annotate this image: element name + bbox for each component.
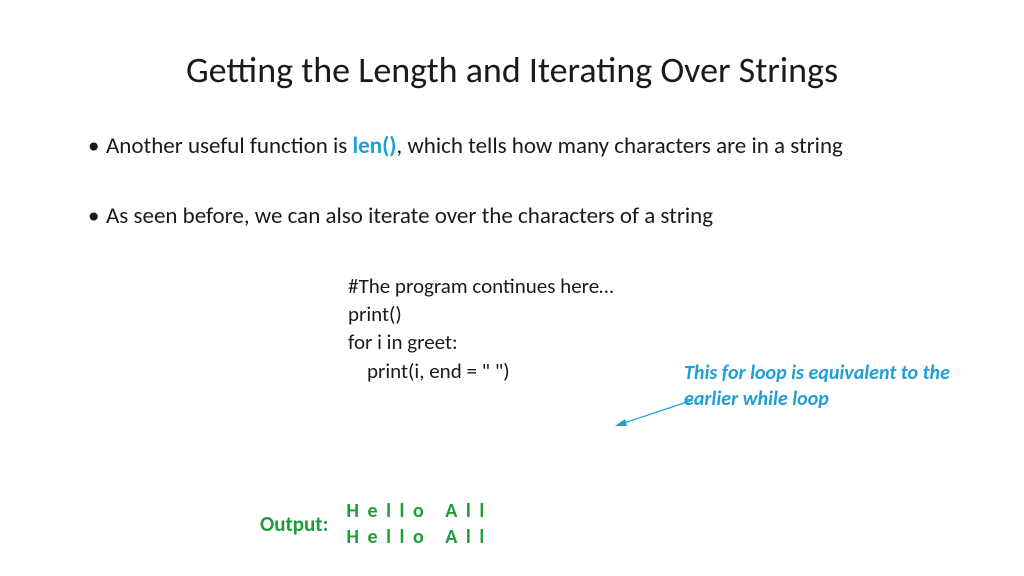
bullet-1-pre: Another useful function is	[106, 132, 353, 160]
bullet-dot: •	[88, 202, 106, 232]
bullet-dot: •	[88, 132, 106, 162]
loop-annotation: This for loop is equivalent to the earli…	[684, 360, 964, 412]
bullet-2: • As seen before, we can also iterate ov…	[88, 202, 936, 232]
code-line-1: #The program continues here…	[348, 272, 936, 300]
code-line-4: for i in greet:	[348, 328, 936, 356]
bullet-2-text: As seen before, we can also iterate over…	[106, 202, 936, 232]
bullet-2-pre: As seen before, we can also iterate over…	[106, 202, 713, 230]
output-section: Output: H e l l o A l l H e l l o A l l	[260, 498, 486, 550]
arrow-icon	[615, 398, 695, 428]
len-keyword: len()	[353, 132, 397, 160]
output-line-1: H e l l o A l l	[346, 498, 486, 524]
output-line-2: H e l l o A l l	[346, 524, 486, 550]
output-label: Output:	[260, 511, 328, 537]
output-values: H e l l o A l l H e l l o A l l	[346, 498, 486, 550]
bullet-1: • Another useful function is len(), whic…	[88, 132, 936, 162]
content-area: • Another useful function is len(), whic…	[0, 92, 1024, 385]
slide-title: Getting the Length and Iterating Over St…	[0, 0, 1024, 92]
code-line-2: print()	[348, 300, 936, 328]
bullet-1-text: Another useful function is len(), which …	[106, 132, 936, 162]
bullet-1-post: , which tells how many characters are in…	[396, 132, 842, 160]
